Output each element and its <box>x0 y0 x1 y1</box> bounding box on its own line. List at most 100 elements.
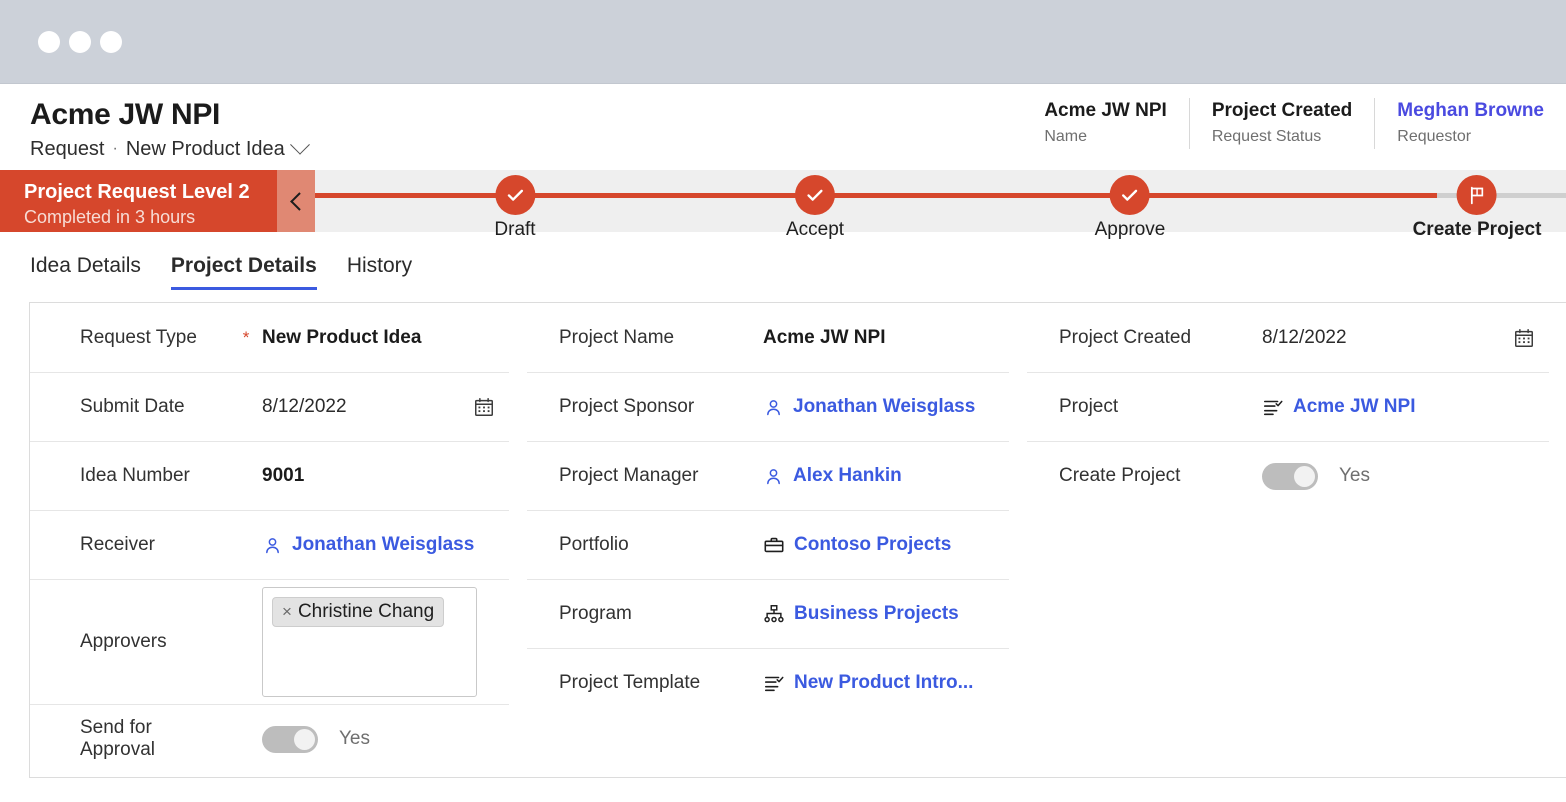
tasklist-icon <box>763 672 785 694</box>
tab-history[interactable]: History <box>347 254 412 290</box>
field-label: Submit Date <box>30 396 230 418</box>
field-receiver: Receiver Jonathan Weisglass <box>30 510 509 579</box>
step-draft[interactable]: Draft <box>494 170 535 241</box>
field-value: New Product Intro... <box>794 672 973 694</box>
field-value-container[interactable]: Jonathan Weisglass <box>763 396 1009 418</box>
breadcrumb: Request · New Product Idea <box>30 136 307 162</box>
window-dot-1[interactable] <box>38 31 60 53</box>
header-info-requestor: Meghan Browne Requestor <box>1374 98 1566 149</box>
stepper-progress <box>315 193 1437 198</box>
person-icon <box>262 535 283 556</box>
field-label: Portfolio <box>527 534 763 556</box>
field-value[interactable]: 9001 <box>262 465 509 487</box>
chevron-left-icon <box>290 192 308 210</box>
tab-bar: Idea Details Project Details History <box>0 232 1566 290</box>
step-label: Create Project <box>1413 219 1542 241</box>
field-create-project: Create Project Yes <box>1027 441 1549 510</box>
form-column-2: Project Name Acme JW NPI Project Sponsor… <box>527 303 1027 777</box>
step-label: Approve <box>1095 219 1166 241</box>
field-label: Project Created <box>1027 327 1262 349</box>
field-label: Create Project <box>1027 465 1262 487</box>
chevron-down-icon[interactable] <box>290 135 310 155</box>
field-project-name: Project Name Acme JW NPI <box>527 303 1009 372</box>
field-submit-date: Submit Date 8/12/2022 <box>30 372 509 441</box>
person-icon <box>763 397 784 418</box>
field-label: Program <box>527 603 763 625</box>
field-value-container[interactable]: Business Projects <box>763 603 1009 625</box>
field-project-template: Project Template New Product Intro... <box>527 648 1009 717</box>
breadcrumb-separator: · <box>113 136 118 162</box>
toggle-state-label: Yes <box>1339 465 1370 487</box>
header-info-request-status: Project Created Request Status <box>1189 98 1374 149</box>
close-icon[interactable]: × <box>282 602 292 622</box>
field-value[interactable]: 8/12/2022 <box>1262 327 1513 349</box>
field-value: Business Projects <box>794 603 959 625</box>
header-info-value: Project Created <box>1212 98 1352 124</box>
header-info-group: Acme JW NPI Name Project Created Request… <box>1022 98 1566 149</box>
field-label: Project <box>1027 396 1262 418</box>
header-info-label: Request Status <box>1212 125 1352 149</box>
token-chip[interactable]: × Christine Chang <box>272 597 444 627</box>
field-approvers: Approvers × Christine Chang <box>30 579 509 704</box>
field-value-container[interactable]: Acme JW NPI <box>1262 396 1549 418</box>
window-dot-2[interactable] <box>69 31 91 53</box>
window-titlebar <box>0 0 1566 84</box>
field-value-container[interactable]: New Product Intro... <box>763 672 1009 694</box>
header-left: Acme JW NPI Request · New Product Idea <box>0 96 307 162</box>
collapse-banner-button[interactable] <box>277 170 315 232</box>
send-for-approval-toggle[interactable] <box>262 726 318 753</box>
field-value-container[interactable]: Contoso Projects <box>763 534 1009 556</box>
tab-idea-details[interactable]: Idea Details <box>30 254 141 290</box>
required-indicator: * <box>230 328 262 348</box>
header-info-label: Name <box>1044 125 1166 149</box>
field-label: Project Manager <box>527 465 763 487</box>
step-create-project[interactable]: Create Project <box>1413 170 1542 241</box>
field-value[interactable]: New Product Idea <box>262 327 509 349</box>
tab-project-details[interactable]: Project Details <box>171 254 317 290</box>
field-send-for-approval: Send for Approval Yes <box>30 704 509 773</box>
toggle-state-label: Yes <box>339 728 370 750</box>
step-approve[interactable]: Approve <box>1095 170 1166 241</box>
flag-icon <box>1457 175 1497 215</box>
field-label: Request Type <box>30 327 230 349</box>
field-value[interactable]: Acme JW NPI <box>763 327 1009 349</box>
breadcrumb-type[interactable]: New Product Idea <box>126 136 285 162</box>
window-dot-3[interactable] <box>100 31 122 53</box>
step-accept[interactable]: Accept <box>786 170 844 241</box>
header-info-value: Acme JW NPI <box>1044 98 1166 124</box>
toggle-container: Yes <box>1262 463 1549 490</box>
field-value[interactable]: 8/12/2022 <box>262 396 473 418</box>
field-idea-number: Idea Number 9001 <box>30 441 509 510</box>
field-project-sponsor: Project Sponsor Jonathan Weisglass <box>527 372 1009 441</box>
field-label: Receiver <box>30 534 230 556</box>
field-label: Approvers <box>30 631 230 653</box>
header-info-name: Acme JW NPI Name <box>1022 98 1188 149</box>
step-label: Draft <box>494 219 535 241</box>
field-value: Alex Hankin <box>793 465 902 487</box>
field-value-container[interactable]: Alex Hankin <box>763 465 1009 487</box>
approvers-token-input[interactable]: × Christine Chang <box>262 587 477 697</box>
header-info-value[interactable]: Meghan Browne <box>1397 98 1544 124</box>
briefcase-icon <box>763 534 785 556</box>
field-label: Project Template <box>527 672 763 694</box>
token-label: Christine Chang <box>298 601 434 623</box>
check-icon <box>795 175 835 215</box>
field-project-created: Project Created 8/12/2022 <box>1027 303 1549 372</box>
breadcrumb-entity: Request <box>30 136 105 162</box>
field-label: Project Sponsor <box>527 396 763 418</box>
create-project-toggle[interactable] <box>1262 463 1318 490</box>
calendar-icon[interactable] <box>1513 327 1549 349</box>
page-header: Acme JW NPI Request · New Product Idea A… <box>0 84 1566 170</box>
step-label: Accept <box>786 219 844 241</box>
progress-stepper: Draft Accept Approve Create Project <box>315 170 1566 232</box>
field-value-container[interactable]: Jonathan Weisglass <box>262 534 509 556</box>
status-banner-subtitle: Completed in 3 hours <box>24 205 277 229</box>
calendar-icon[interactable] <box>473 396 509 418</box>
form-column-1: Request Type * New Product Idea Submit D… <box>30 303 527 777</box>
field-value: Jonathan Weisglass <box>292 534 474 556</box>
field-request-type: Request Type * New Product Idea <box>30 303 509 372</box>
person-icon <box>763 466 784 487</box>
form-column-3: Project Created 8/12/2022 Project <box>1027 303 1566 777</box>
field-label: Project Name <box>527 327 763 349</box>
toggle-knob <box>1294 466 1315 487</box>
